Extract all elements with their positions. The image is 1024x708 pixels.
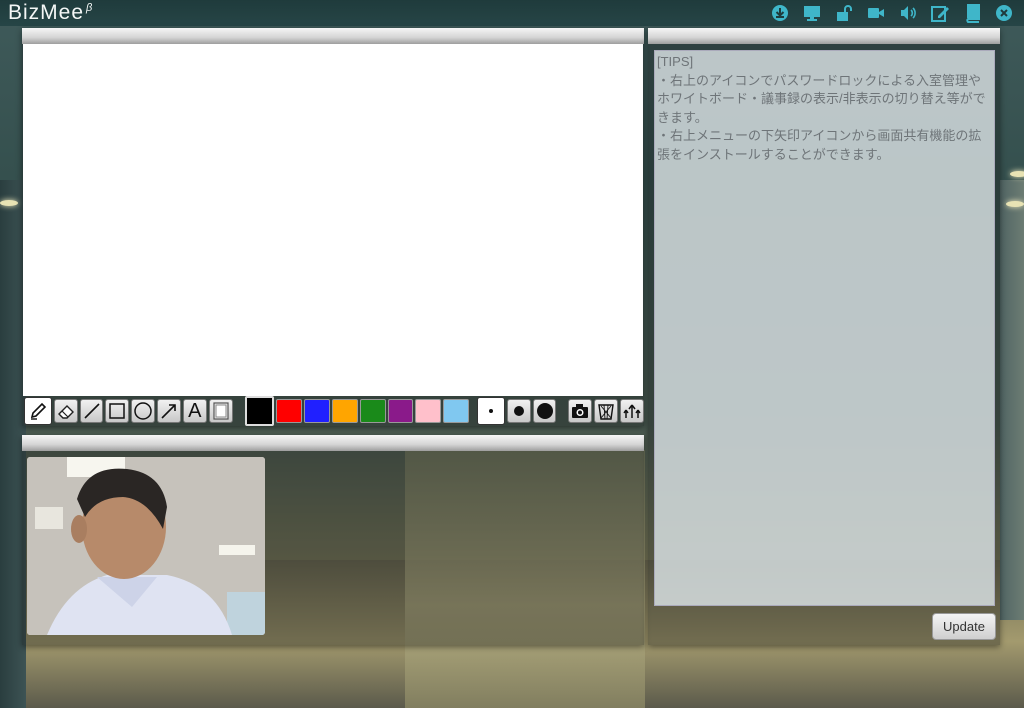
- line-tool-icon[interactable]: [79, 399, 104, 423]
- tips-text: [TIPS] ・右上のアイコンでパスワードロックによる入室管理やホワイトボード・…: [657, 53, 992, 164]
- background-light: [0, 200, 18, 206]
- clear-frame-tool-icon[interactable]: [208, 399, 233, 423]
- color-swatch-blue[interactable]: [304, 399, 330, 423]
- color-swatch-orange[interactable]: [331, 399, 358, 423]
- color-swatch-black[interactable]: [244, 396, 275, 426]
- whiteboard-canvas[interactable]: [23, 44, 643, 396]
- video-panel: [22, 435, 644, 645]
- video-panel-titlebar[interactable]: [22, 435, 644, 451]
- pen-size-large-icon[interactable]: [532, 399, 557, 423]
- minutes-textarea[interactable]: [TIPS] ・右上のアイコンでパスワードロックによる入室管理やホワイトボード・…: [654, 50, 995, 606]
- export-icon[interactable]: [620, 399, 644, 423]
- app-logo: BizMee β: [8, 1, 94, 24]
- participant-video-frame: [27, 457, 265, 635]
- color-swatch-pink[interactable]: [415, 399, 442, 423]
- tips-panel: [TIPS] ・右上のアイコンでパスワードロックによる入室管理やホワイトボード・…: [648, 28, 1000, 645]
- background-light: [1006, 201, 1024, 207]
- circle-tool-icon[interactable]: [131, 399, 156, 423]
- notes-edit-icon[interactable]: [930, 3, 950, 23]
- download-icon[interactable]: [770, 3, 790, 23]
- screen-share-icon[interactable]: [802, 3, 822, 23]
- trash-basket-icon[interactable]: [594, 399, 619, 423]
- rectangle-tool-icon[interactable]: [105, 399, 130, 423]
- arrow-tool-icon[interactable]: [157, 399, 181, 423]
- tips-line: ・右上メニューの下矢印アイコンから画面共有機能の拡張をインストールすることができ…: [657, 128, 982, 162]
- header-icon-bar: [770, 3, 1014, 23]
- whiteboard-toolbar: A: [22, 396, 644, 426]
- color-swatch-red[interactable]: [276, 399, 303, 423]
- unlock-icon[interactable]: [834, 3, 854, 23]
- video-camera-icon[interactable]: [866, 3, 886, 23]
- background-pillar: [1000, 180, 1024, 620]
- camera-capture-icon[interactable]: [568, 399, 593, 423]
- color-swatch-light-blue[interactable]: [443, 399, 470, 423]
- pen-size-medium-icon[interactable]: [506, 399, 531, 423]
- color-swatch-purple[interactable]: [387, 399, 414, 423]
- background-light: [1010, 171, 1024, 177]
- text-tool-label: A: [188, 399, 202, 422]
- close-circle-icon[interactable]: [994, 3, 1014, 23]
- eraser-tool-icon[interactable]: [53, 399, 78, 423]
- tips-line: ・右上のアイコンでパスワードロックによる入室管理やホワイトボード・議事録の表示/…: [657, 72, 986, 125]
- pen-size-small-icon[interactable]: [476, 397, 505, 425]
- color-swatch-green[interactable]: [359, 399, 386, 423]
- speaker-icon[interactable]: [898, 3, 918, 23]
- whiteboard-panel-titlebar[interactable]: [22, 28, 644, 44]
- tips-panel-titlebar[interactable]: [648, 28, 1000, 44]
- book-icon[interactable]: [962, 3, 982, 23]
- participant-video-tile[interactable]: [27, 457, 265, 635]
- pen-tool-icon[interactable]: [24, 397, 52, 425]
- top-bar: BizMee β: [0, 0, 1024, 26]
- whiteboard-panel: A: [22, 28, 644, 426]
- text-tool-icon[interactable]: A: [182, 399, 207, 423]
- update-button[interactable]: Update: [932, 613, 996, 640]
- tips-heading: [TIPS]: [657, 54, 694, 69]
